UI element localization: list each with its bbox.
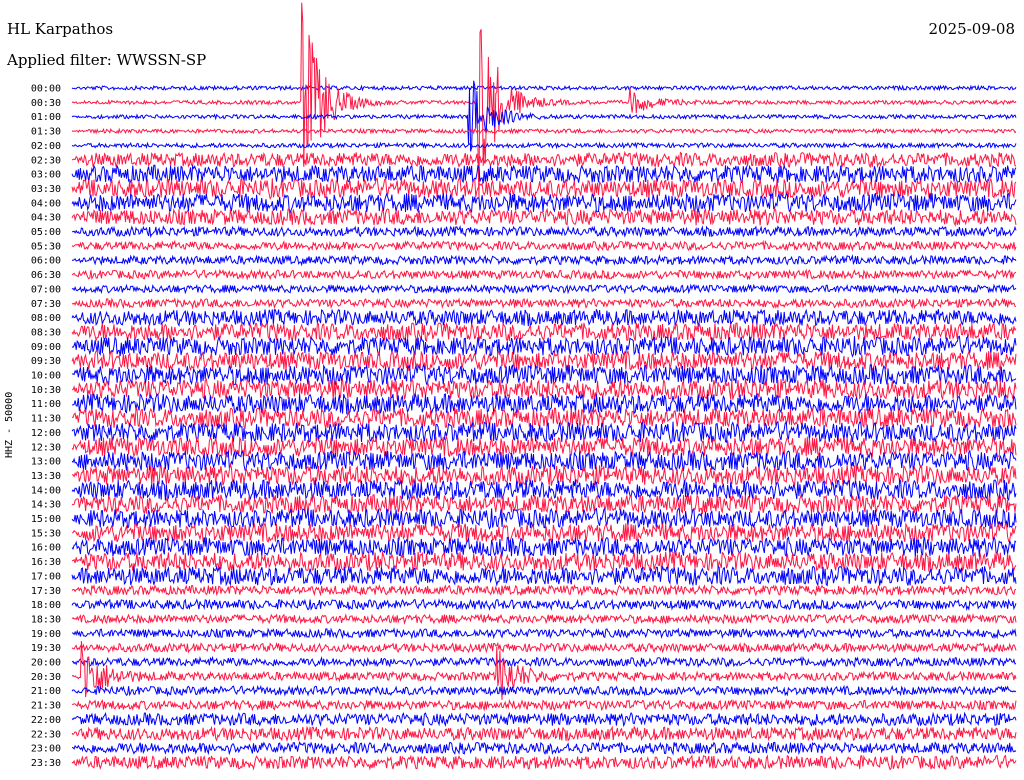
seismic-trace-2100 [71,684,1017,698]
seismic-trace-1700 [71,565,1017,587]
seismic-trace-0500 [71,225,1017,239]
seismic-trace-0830 [71,321,1017,343]
seismic-trace-2130 [72,698,1017,712]
row-time-label: 11:30 [31,414,61,425]
row-time-label: 18:30 [31,614,61,625]
row-time-label: 15:00 [31,514,61,525]
row-time-label: 03:30 [31,184,61,195]
seismic-trace-0000 [71,84,1017,92]
row-time-label: 23:00 [31,744,61,755]
row-time-label: 08:30 [31,327,61,338]
row-time-label: 20:00 [31,658,61,669]
seismic-trace-0530 [71,239,1017,252]
row-time-label: 08:00 [31,313,61,324]
seismic-trace-1230 [71,435,1017,459]
seismic-trace-2330 [71,754,1017,771]
seismic-trace-2300 [71,740,1017,756]
row-time-label: 13:30 [31,471,61,482]
row-time-label: 22:00 [31,715,61,726]
helicorder-plot: 00:00 00:30 01:00 01:30 02:00 02:30 03:00 03:30… [31,2,1017,771]
row-time-label: 00:30 [31,98,61,109]
seismic-trace-1730 [71,583,1017,597]
row-time-label: 06:30 [31,270,61,281]
seismic-trace-0930 [71,349,1017,372]
seismic-trace-1100 [72,392,1017,416]
row-time-label: 14:00 [31,485,61,496]
row-time-label: 15:30 [31,528,61,539]
seismic-trace-0730 [71,297,1017,310]
row-time-label: 17:30 [31,586,61,597]
row-time-label: 09:30 [31,356,61,367]
seismic-trace-0300 [71,164,1017,184]
row-time-label: 19:00 [31,629,61,640]
row-time-label: 10:30 [31,385,61,396]
row-time-label: 04:30 [31,213,61,224]
row-time-label: 01:30 [31,127,61,138]
row-time-label: 19:30 [31,643,61,654]
row-time-label: 05:30 [31,241,61,252]
row-time-label: 10:00 [31,371,61,382]
row-time-label: 23:30 [31,758,61,769]
seismic-trace-0630 [71,268,1017,281]
seismic-trace-0800 [71,308,1017,328]
row-time-label: 02:00 [31,141,61,152]
seismic-trace-1400 [71,478,1017,502]
seismic-trace-0700 [71,283,1017,295]
seismic-trace-1000 [71,363,1017,386]
row-time-label: 11:00 [31,399,61,410]
seismic-trace-0200 [71,141,1017,150]
seismic-trace-0100 [71,80,1017,152]
row-time-label: 07:00 [31,284,61,295]
row-time-label: 00:00 [31,84,61,95]
seismic-trace-0400 [71,192,1017,214]
row-time-label: 16:30 [31,557,61,568]
row-time-label: 22:30 [31,729,61,740]
seismic-trace-0130 [71,127,1017,135]
row-time-label: 06:00 [31,256,61,267]
row-time-label: 05:00 [31,227,61,238]
seismic-trace-2000 [71,655,1017,669]
row-time-label: 01:00 [31,112,61,123]
row-time-label: 12:30 [31,442,61,453]
row-time-label: 13:00 [31,457,61,468]
seismic-trace-0600 [71,254,1017,267]
row-time-label: 18:00 [31,600,61,611]
row-time-label: 21:00 [31,686,61,697]
row-time-label: 12:00 [31,428,61,439]
row-time-label: 07:30 [31,299,61,310]
row-time-label: 16:00 [31,543,61,554]
seismic-trace-1930 [71,641,1017,654]
seismic-trace-2200 [71,711,1017,728]
row-time-label: 21:30 [31,701,61,712]
seismic-trace-1830 [71,613,1017,626]
row-time-label: 20:30 [31,672,61,683]
row-time-label: 04:00 [31,198,61,209]
row-time-label: 03:00 [31,170,61,181]
seismic-trace-0430 [71,207,1017,228]
seismic-trace-1900 [72,627,1017,640]
row-time-label: 14:30 [31,500,61,511]
row-time-label: 02:30 [31,155,61,166]
row-time-label: 09:00 [31,342,61,353]
seismic-trace-2230 [71,725,1017,743]
seismic-trace-1800 [71,598,1017,612]
seismic-trace-0230 [71,150,1017,169]
row-time-label: 17:00 [31,571,61,582]
